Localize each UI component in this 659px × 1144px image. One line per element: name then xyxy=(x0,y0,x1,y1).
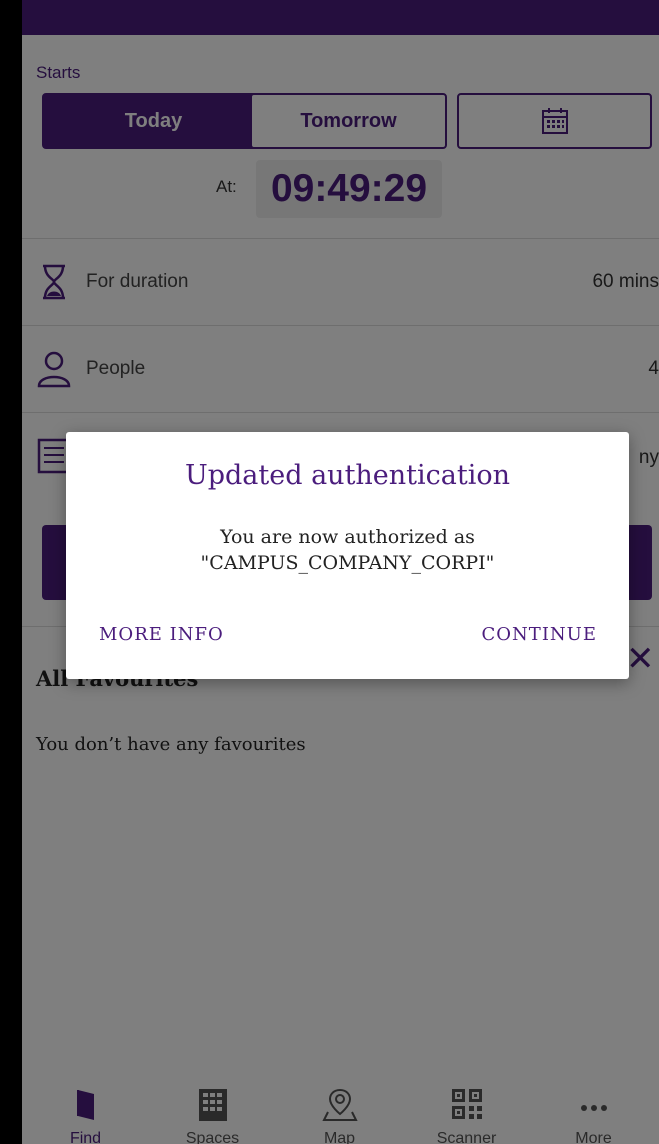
auth-dialog: Updated authentication You are now autho… xyxy=(66,432,629,679)
dialog-title: Updated authentication xyxy=(184,460,511,491)
dialog-message-line-1: You are now authorized as xyxy=(220,526,475,548)
more-info-button[interactable]: MORE INFO xyxy=(99,624,224,645)
dialog-message-line-2: "CAMPUS_COMPANY_CORPI" xyxy=(200,552,495,574)
dialog-message: You are now authorized as "CAMPUS_COMPAN… xyxy=(66,524,629,576)
continue-button[interactable]: CONTINUE xyxy=(482,624,597,645)
